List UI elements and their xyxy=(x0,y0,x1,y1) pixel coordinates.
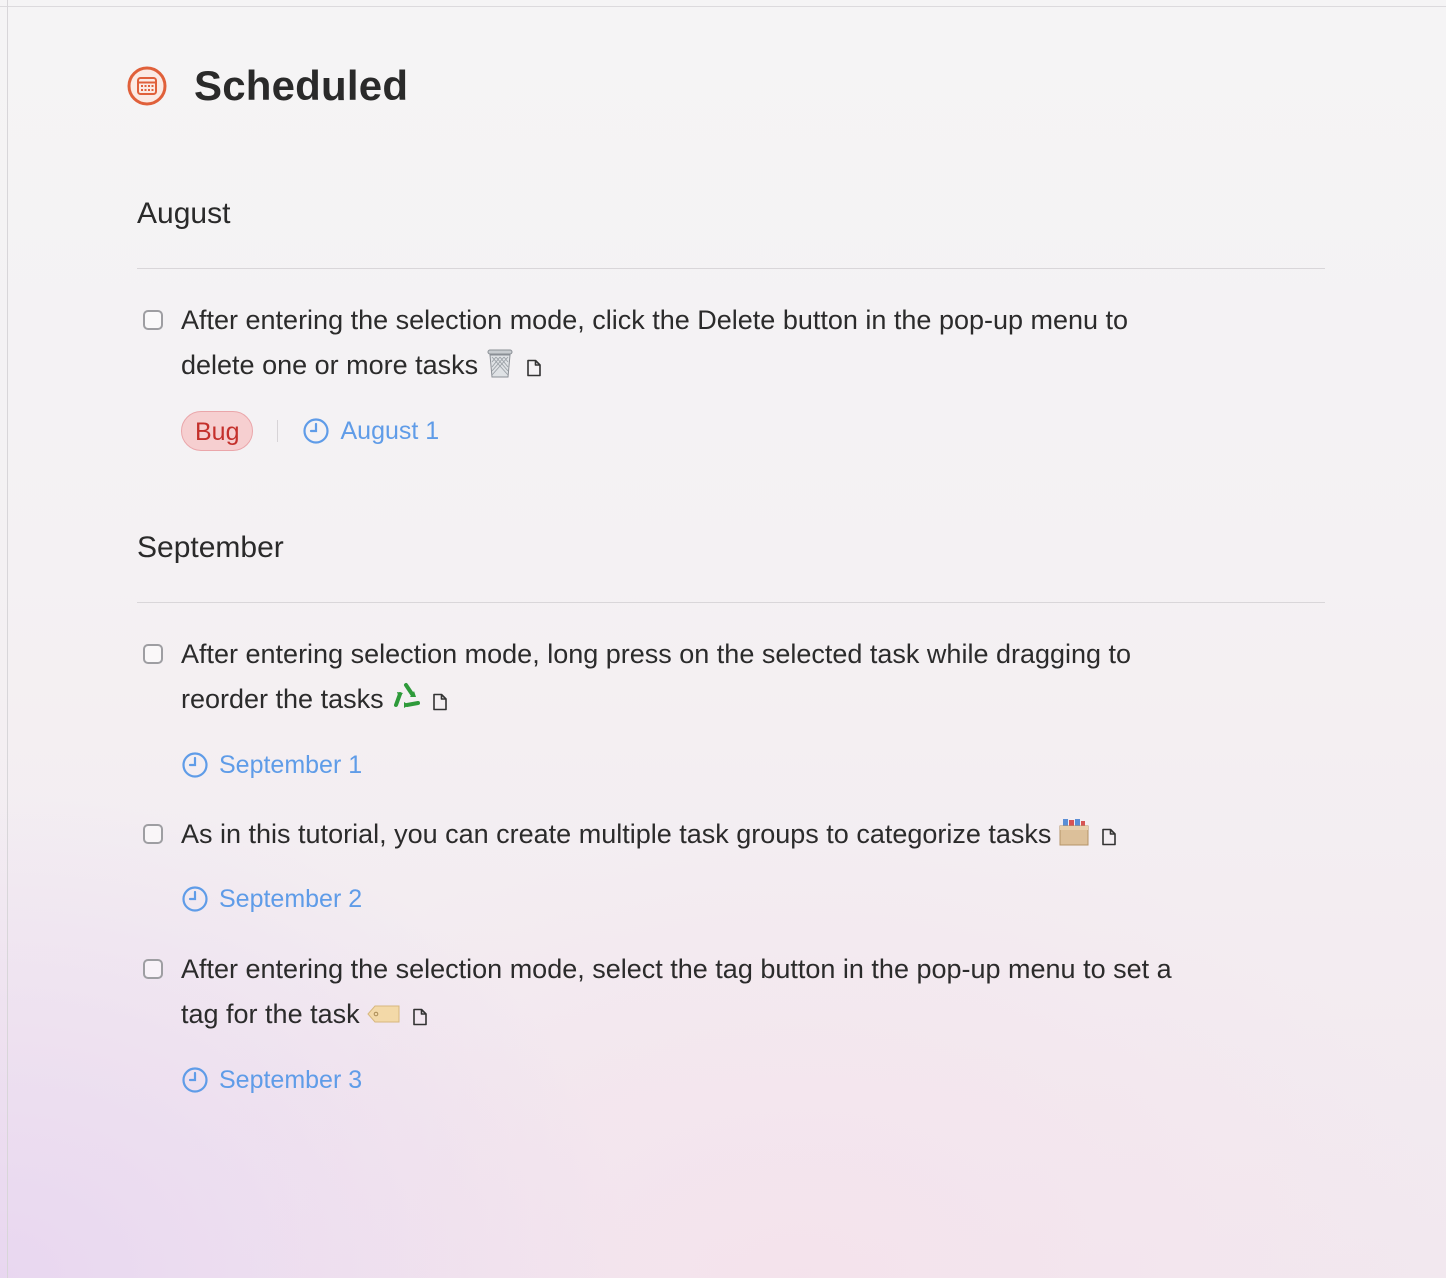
clock-icon xyxy=(182,886,208,912)
section-divider xyxy=(137,268,1325,269)
due-date[interactable]: September 3 xyxy=(181,1066,362,1095)
task-meta: September 3 xyxy=(181,1059,362,1101)
task-checkbox[interactable] xyxy=(143,644,163,664)
page-title: Scheduled xyxy=(194,62,409,109)
section-august: August After entering the selection mode… xyxy=(137,194,1325,451)
clock-icon xyxy=(303,418,330,444)
task-meta: September 1 xyxy=(181,744,362,786)
card-file-box-emoji xyxy=(1057,816,1091,862)
calendar-icon xyxy=(127,66,167,106)
due-date-label: August 1 xyxy=(340,416,440,445)
task-text[interactable]: As in this tutorial, you can create mult… xyxy=(181,812,1271,862)
task-text[interactable]: After entering the selection mode, click… xyxy=(181,298,1271,393)
task-title-line: delete one or more tasks xyxy=(181,350,479,380)
wastebasket-emoji xyxy=(484,347,516,393)
note-icon xyxy=(1101,815,1117,860)
recycle-emoji xyxy=(390,681,422,727)
task-title-line: tag for the task xyxy=(181,999,360,1029)
due-date-label: September 2 xyxy=(219,884,363,913)
task-checkbox[interactable] xyxy=(143,310,163,330)
section-divider xyxy=(137,602,1325,603)
task-checkbox[interactable] xyxy=(143,824,163,844)
note-icon xyxy=(526,346,542,391)
due-date-label: September 3 xyxy=(219,1065,363,1094)
sidebar-divider xyxy=(7,0,8,1278)
label-emoji xyxy=(366,997,402,1042)
section-september: September After entering selection mode,… xyxy=(137,528,1325,1094)
page-header: Scheduled xyxy=(127,62,408,110)
task-text[interactable]: After entering selection mode, long pres… xyxy=(181,632,1271,727)
meta-divider xyxy=(277,420,279,442)
window-top-border xyxy=(0,6,1446,7)
task-title-line: After entering the selection mode, selec… xyxy=(181,954,1172,984)
task-title-line: reorder the tasks xyxy=(181,684,384,714)
task-meta: September 2 xyxy=(181,878,362,920)
task-title-line: After entering selection mode, long pres… xyxy=(181,639,1132,669)
note-icon xyxy=(412,995,428,1040)
due-date[interactable]: August 1 xyxy=(302,417,439,446)
task-meta: Bug August 1 xyxy=(181,410,439,452)
clock-icon xyxy=(182,752,208,778)
due-date-label: September 1 xyxy=(219,750,363,779)
task-text[interactable]: After entering the selection mode, selec… xyxy=(181,947,1271,1042)
note-icon xyxy=(432,680,448,725)
due-date[interactable]: September 1 xyxy=(181,751,362,780)
section-title: September xyxy=(137,531,284,564)
task-checkbox[interactable] xyxy=(143,959,163,979)
task-title-line: As in this tutorial, you can create mult… xyxy=(181,819,1052,849)
clock-icon xyxy=(182,1067,208,1093)
section-title: August xyxy=(137,197,231,230)
tag-badge[interactable]: Bug xyxy=(181,411,254,451)
due-date[interactable]: September 2 xyxy=(181,885,362,914)
task-title-line: After entering the selection mode, click… xyxy=(181,305,1129,335)
